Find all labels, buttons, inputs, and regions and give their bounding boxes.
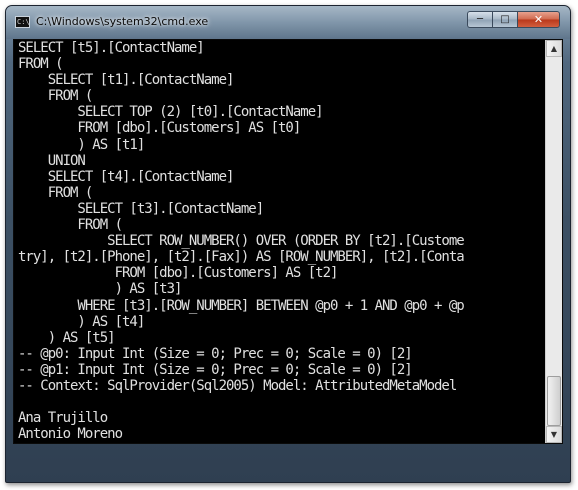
scroll-down-icon[interactable]: ▼ (546, 426, 562, 443)
console-line: FROM [dbo].[Customers] AS [t0] (18, 120, 301, 137)
console-icon[interactable]: C:\ (15, 16, 30, 28)
console-line: FROM ( (18, 184, 94, 201)
title-bar[interactable]: C:\ C:\Windows\system32\cmd.exe ─ □ ✕ (6, 6, 570, 39)
console-line: SELECT [t5].[ContactName] (18, 40, 205, 56)
console-line: SELECT TOP (2) [t0].[ContactName] (18, 104, 323, 121)
console-line: FROM [dbo].[Customers] AS [t2] (18, 265, 339, 282)
console-line: Antonio Moreno (18, 426, 123, 443)
console-line: FROM ( (18, 217, 123, 234)
console-area[interactable]: SELECT [t5].[ContactName] FROM ( SELECT [… (13, 39, 563, 444)
console-line: WHERE [t3].[ROW_NUMBER] BETWEEN @p0 + 1 … (18, 297, 464, 314)
console-output[interactable]: SELECT [t5].[ContactName] FROM ( SELECT [… (14, 40, 545, 443)
console-line: SELECT ROW_NUMBER() OVER (ORDER BY [t2].… (18, 233, 465, 250)
window-title: C:\Windows\system32\cmd.exe (36, 15, 209, 28)
scroll-up-icon[interactable]: ▲ (546, 40, 562, 57)
console-line: FROM ( (18, 88, 94, 105)
close-button[interactable]: ✕ (517, 11, 560, 28)
console-window: C:\ C:\Windows\system32\cmd.exe ─ □ ✕ SE… (5, 5, 571, 483)
vertical-scrollbar[interactable]: ▲ ▼ (545, 40, 562, 443)
console-line: UNION (18, 152, 86, 169)
console-line: Ana Trujillo (18, 410, 108, 427)
console-line: -- @p0: Input Int (Size = 0; Prec = 0; S… (18, 345, 413, 362)
console-line: -- @p1: Input Int (Size = 0; Prec = 0; S… (18, 361, 413, 378)
console-line: SELECT [t3].[ContactName] (18, 200, 264, 217)
console-line: -- Context: SqlProvider(Sql2005) Model: … (18, 377, 457, 394)
scrollbar-thumb[interactable] (547, 376, 561, 426)
window-bottom-border (13, 444, 563, 474)
console-line: try], [t2].[Phone], [t2].[Fax]) AS [ROW_… (18, 249, 465, 266)
console-line: FROM ( (18, 56, 64, 73)
maximize-button[interactable]: □ (492, 11, 517, 28)
console-line: ) AS [t3] (18, 281, 183, 298)
console-line: ) AS [t1] (18, 136, 145, 153)
window-controls: ─ □ ✕ (467, 11, 560, 28)
console-line: SELECT [t4].[ContactName] (18, 168, 235, 185)
console-line: ) AS [t4] (18, 313, 145, 330)
minimize-button[interactable]: ─ (467, 11, 492, 28)
console-line: ) AS [t5] (18, 329, 116, 346)
console-line: SELECT [t1].[ContactName] (18, 72, 235, 89)
